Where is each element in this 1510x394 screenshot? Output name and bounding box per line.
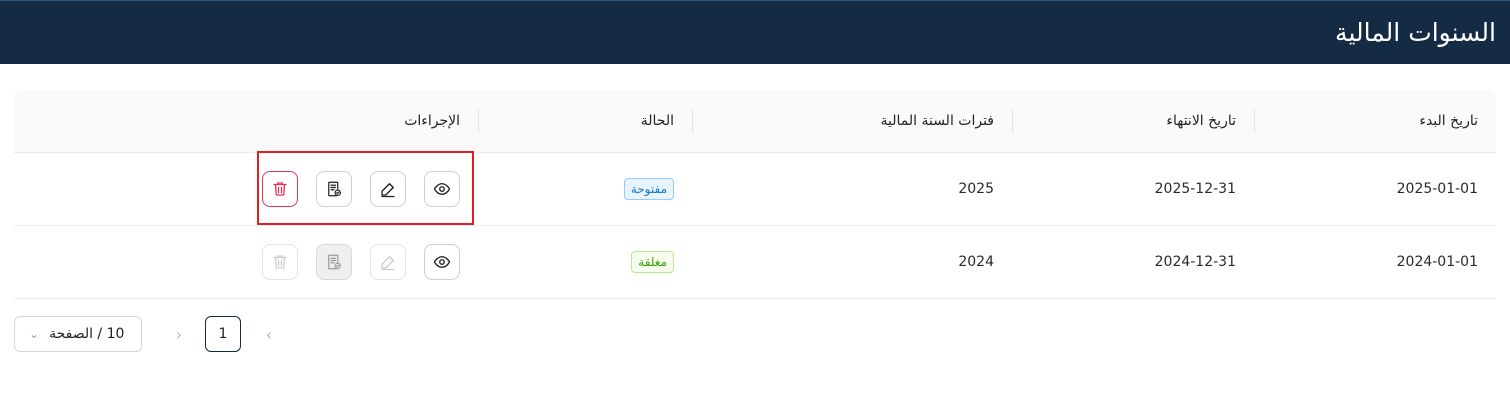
- delete-icon: [273, 181, 287, 196]
- status-badge: مغلقة: [631, 250, 674, 273]
- column-header-actions: الإجراءات: [14, 90, 478, 153]
- close-period-button[interactable]: [316, 170, 352, 207]
- cell-actions: [14, 225, 478, 299]
- top-header-bar: السنوات المالية: [0, 0, 1510, 64]
- column-header-start-date: تاريخ البدء: [1254, 90, 1496, 153]
- delete-button[interactable]: [262, 170, 298, 207]
- page-size-label: 10 / الصفحة: [49, 326, 125, 342]
- page-title: السنوات المالية: [1335, 18, 1496, 47]
- view-button[interactable]: [424, 170, 460, 207]
- prev-page-button[interactable]: ‹: [161, 316, 197, 352]
- eye-icon: [433, 255, 451, 268]
- edit-button[interactable]: [370, 170, 406, 207]
- cell-status: مغلقة: [478, 225, 692, 299]
- edit-icon: [381, 255, 395, 270]
- eye-icon: [433, 182, 451, 195]
- pagination: ⌄ 10 / الصفحة ‹ 1 ›: [14, 316, 294, 352]
- cell-periods: 2025: [692, 152, 1012, 226]
- cell-start-date: 2024-01-01: [1254, 225, 1496, 299]
- next-page-button[interactable]: ›: [251, 316, 287, 352]
- edit-button-disabled: [370, 243, 406, 280]
- column-header-status: الحالة: [478, 90, 692, 153]
- close-period-icon: [328, 254, 341, 269]
- status-badge: مفتوحة: [623, 177, 674, 200]
- table-row: 2024-01-01 2024-12-31 2024 مغلقة: [14, 225, 1496, 299]
- table-header-row: تاريخ البدء تاريخ الانتهاء فترات السنة ا…: [14, 90, 1496, 153]
- close-period-button-disabled: [316, 243, 352, 280]
- page-number-button[interactable]: 1: [205, 316, 241, 352]
- edit-icon: [381, 182, 395, 197]
- cell-end-date: 2024-12-31: [1012, 225, 1254, 299]
- column-header-periods: فترات السنة المالية: [692, 90, 1012, 153]
- cell-status: مفتوحة: [478, 152, 692, 226]
- delete-icon: [273, 254, 287, 269]
- cell-end-date: 2025-12-31: [1012, 152, 1254, 226]
- view-button[interactable]: [424, 243, 460, 280]
- table-row: 2025-01-01 2025-12-31 2025 مفتوحة: [14, 152, 1496, 226]
- fiscal-years-table: تاريخ البدء تاريخ الانتهاء فترات السنة ا…: [14, 90, 1496, 299]
- column-header-end-date: تاريخ الانتهاء: [1012, 90, 1254, 153]
- chevron-down-icon: ⌄: [29, 327, 40, 341]
- cell-periods: 2024: [692, 225, 1012, 299]
- chevron-right-icon: ›: [265, 324, 273, 344]
- chevron-left-icon: ‹: [175, 324, 183, 344]
- cell-actions: [14, 152, 478, 226]
- delete-button-disabled: [262, 243, 298, 280]
- page-size-select[interactable]: ⌄ 10 / الصفحة: [14, 316, 142, 352]
- close-period-icon: [328, 181, 341, 196]
- cell-start-date: 2025-01-01: [1254, 152, 1496, 226]
